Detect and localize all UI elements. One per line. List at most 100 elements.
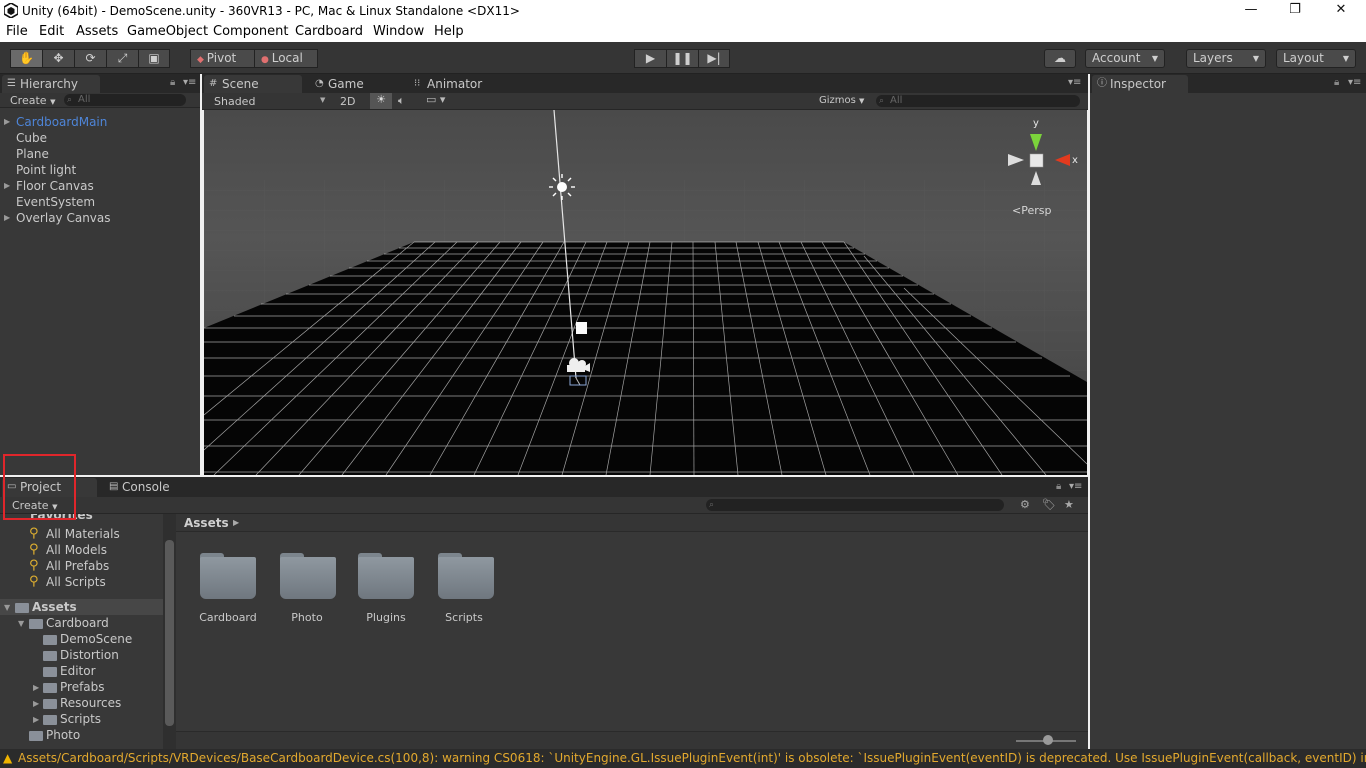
tab-game[interactable]: ◔ Game <box>310 75 402 94</box>
expand-arrow-icon[interactable]: ▶ <box>4 213 10 222</box>
local-icon: ● <box>261 55 272 65</box>
expand-arrow-icon[interactable]: ▼ <box>4 603 10 612</box>
effects-toggle-icon[interactable]: ▭ ▾ <box>426 93 445 106</box>
panel-menu-icon[interactable]: ▾≡ <box>1348 77 1361 88</box>
pivot-button[interactable]: ◆ Pivot <box>191 50 255 67</box>
favorite-star-icon[interactable]: ★ <box>1064 498 1074 511</box>
menu-gameobject[interactable]: GameObject <box>127 24 208 39</box>
icon-size-slider-thumb[interactable] <box>1043 735 1053 745</box>
tree-item-assets[interactable]: Assets <box>32 600 77 614</box>
favorite-all-prefabs[interactable]: All Prefabs <box>46 559 109 573</box>
hierarchy-create-dropdown[interactable]: Create ▼ <box>10 94 55 107</box>
asset-folder-photo[interactable]: Photo <box>267 611 347 624</box>
expand-arrow-icon[interactable]: ▶ <box>33 683 39 692</box>
lighting-toggle-icon[interactable]: ☀ <box>370 93 392 109</box>
expand-arrow-icon[interactable]: ▶ <box>4 117 10 126</box>
scene-viewport[interactable]: y x <Persp <box>204 110 1087 475</box>
asset-folder-cardboard[interactable]: Cardboard <box>188 611 268 624</box>
panel-menu-icon[interactable]: ▾≡ <box>1068 77 1081 88</box>
asset-folder-plugins[interactable]: Plugins <box>346 611 426 624</box>
expand-arrow-icon[interactable]: ▼ <box>18 619 24 628</box>
pause-button[interactable]: ❚❚ <box>667 50 699 67</box>
hand-tool-button[interactable]: ✋ <box>11 50 43 67</box>
expand-arrow-icon[interactable]: ▶ <box>33 715 39 724</box>
folder-icon <box>43 699 57 709</box>
scene-search-input[interactable]: ⌕ All <box>876 95 1080 107</box>
filter-by-label-icon[interactable]: 🏷︎ <box>1042 498 1056 511</box>
maximize-button[interactable]: ❐ <box>1285 2 1305 17</box>
expand-arrow-icon[interactable]: ▶ <box>4 181 10 190</box>
hierarchy-item-eventsystem[interactable]: EventSystem <box>16 195 95 209</box>
lock-icon[interactable]: 🔒︎ <box>1334 77 1339 88</box>
favorite-all-scripts[interactable]: All Scripts <box>46 575 106 589</box>
scale-tool-button[interactable]: ⤢ <box>107 50 139 67</box>
tab-inspector[interactable]: ⓘ Inspector <box>1092 75 1188 94</box>
audio-toggle-icon[interactable]: 🔈︎ <box>398 94 405 108</box>
menu-assets[interactable]: Assets <box>76 24 118 39</box>
layout-dropdown[interactable]: Layout ▼ <box>1276 49 1356 68</box>
hierarchy-item-overlay-canvas[interactable]: Overlay Canvas <box>16 211 111 225</box>
hierarchy-item-cube[interactable]: Cube <box>16 131 47 145</box>
asset-folder-scripts[interactable]: Scripts <box>424 611 504 624</box>
tab-game-label: Game <box>328 77 364 91</box>
cloud-button[interactable]: ☁ <box>1044 49 1076 68</box>
close-button[interactable]: ✕ <box>1331 2 1351 17</box>
tree-item-distortion[interactable]: Distortion <box>60 648 119 662</box>
shading-mode-dropdown[interactable]: Shaded <box>214 95 255 108</box>
cube-object-icon[interactable] <box>576 322 587 334</box>
tree-scrollbar[interactable] <box>163 514 176 749</box>
hierarchy-search-input[interactable]: ⌕ All <box>64 94 186 106</box>
folder-icon[interactable] <box>358 553 414 599</box>
play-button[interactable]: ▶ <box>635 50 667 67</box>
persp-label[interactable]: <Persp <box>1012 204 1051 217</box>
menu-help[interactable]: Help <box>434 24 464 39</box>
tree-item-demoscene[interactable]: DemoScene <box>60 632 132 646</box>
rect-tool-button[interactable]: ▣ <box>139 50 169 67</box>
step-button[interactable]: ▶| <box>699 50 729 67</box>
tree-item-photo[interactable]: Photo <box>46 728 80 742</box>
project-bottom-bar <box>176 731 1088 749</box>
tab-scene[interactable]: # Scene <box>204 75 302 94</box>
expand-arrow-icon[interactable]: ▶ <box>33 699 39 708</box>
lock-icon[interactable]: 🔒︎ <box>1056 481 1061 492</box>
menu-component[interactable]: Component <box>213 24 288 39</box>
tab-hierarchy[interactable]: ☰ Hierarchy <box>2 75 100 94</box>
layers-dropdown[interactable]: Layers ▼ <box>1186 49 1266 68</box>
lock-icon[interactable]: 🔒︎ <box>170 77 175 88</box>
menu-cardboard[interactable]: Cardboard <box>295 24 363 39</box>
account-dropdown[interactable]: Account ▼ <box>1085 49 1165 68</box>
tree-item-prefabs[interactable]: Prefabs <box>60 680 105 694</box>
hierarchy-item-cardboardmain[interactable]: CardboardMain <box>16 115 107 129</box>
tree-item-resources[interactable]: Resources <box>60 696 121 710</box>
hierarchy-item-plane[interactable]: Plane <box>16 147 49 161</box>
tree-item-scripts[interactable]: Scripts <box>60 712 101 726</box>
folder-icon[interactable] <box>280 553 336 599</box>
console-status-bar[interactable]: ▲ Assets/Cardboard/Scripts/VRDevices/Bas… <box>0 749 1366 768</box>
panel-menu-icon[interactable]: ▾≡ <box>1069 481 1082 492</box>
2d-toggle-button[interactable]: 2D <box>340 95 355 108</box>
minimize-button[interactable]: — <box>1241 2 1261 17</box>
favorite-all-models[interactable]: All Models <box>46 543 107 557</box>
menu-edit[interactable]: Edit <box>39 24 64 39</box>
tab-console[interactable]: ▤ Console <box>104 478 198 497</box>
tree-item-cardboard[interactable]: Cardboard <box>46 616 109 630</box>
menu-window[interactable]: Window <box>373 24 424 39</box>
hierarchy-item-floor-canvas[interactable]: Floor Canvas <box>16 179 94 193</box>
search-icon: ⌕ <box>67 95 73 105</box>
tab-animator[interactable]: ⁝⁝ Animator <box>409 75 509 94</box>
hierarchy-item-point-light[interactable]: Point light <box>16 163 76 177</box>
project-search-input[interactable]: ⌕ <box>706 499 1004 511</box>
tree-item-editor[interactable]: Editor <box>60 664 96 678</box>
breadcrumb-assets[interactable]: Assets <box>184 516 229 530</box>
local-button[interactable]: ● Local <box>255 50 317 67</box>
rotate-tool-button[interactable]: ⟳ <box>75 50 107 67</box>
folder-icon[interactable] <box>438 553 494 599</box>
panel-menu-icon[interactable]: ▾≡ <box>183 77 196 88</box>
folder-icon[interactable] <box>200 553 256 599</box>
tree-scrollbar-thumb[interactable] <box>165 540 174 726</box>
move-tool-button[interactable]: ✥ <box>43 50 75 67</box>
menu-file[interactable]: File <box>6 24 28 39</box>
favorite-all-materials[interactable]: All Materials <box>46 527 120 541</box>
filter-by-type-icon[interactable]: ⚙ <box>1020 498 1030 511</box>
gizmos-dropdown[interactable]: Gizmos ▼ <box>819 95 864 106</box>
